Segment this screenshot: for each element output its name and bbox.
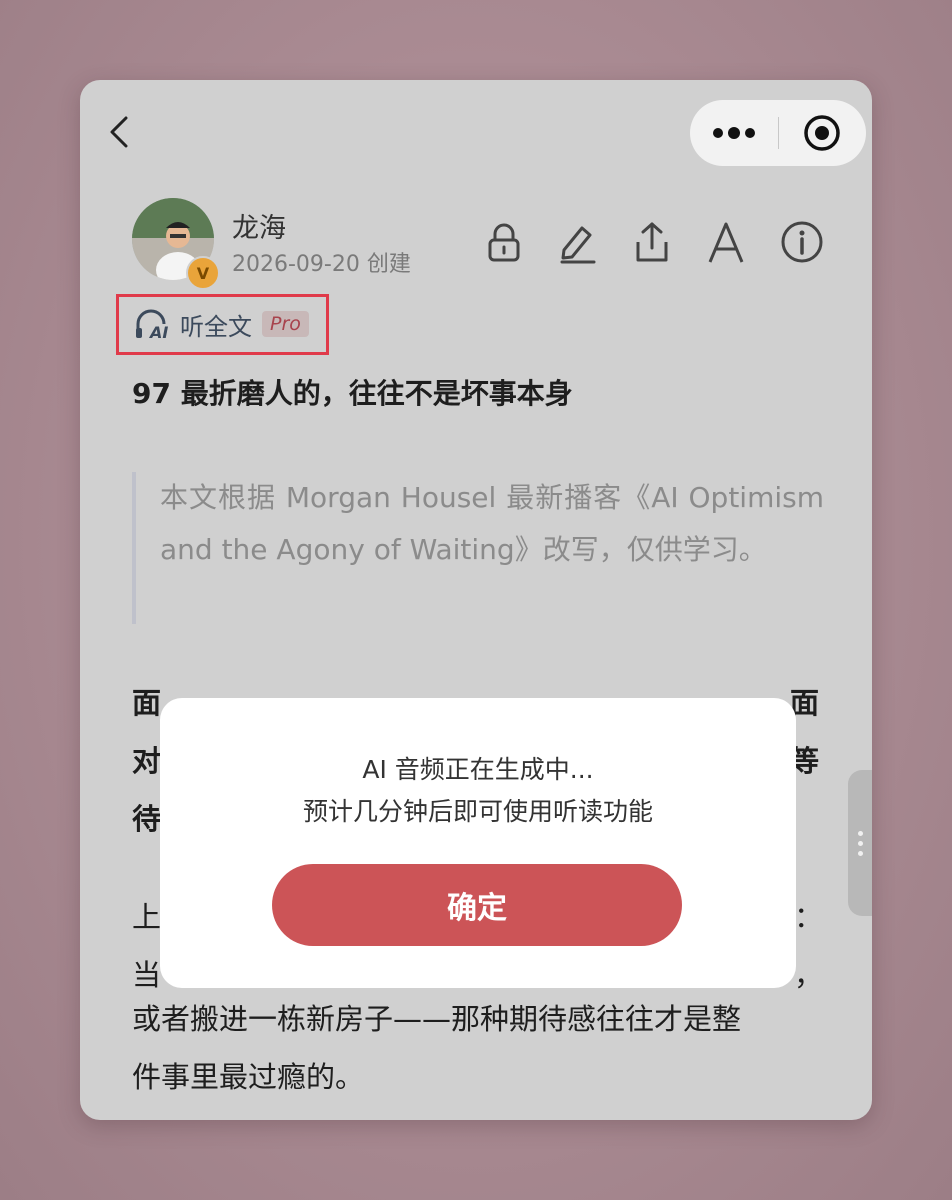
confirm-button[interactable]: 确定 bbox=[272, 864, 682, 946]
font-size-button[interactable] bbox=[704, 220, 748, 264]
share-icon bbox=[636, 222, 668, 262]
para2-line-4: 件事里最过瘾的。 bbox=[132, 1060, 365, 1094]
share-button[interactable] bbox=[630, 220, 674, 264]
chevron-left-icon bbox=[110, 116, 128, 148]
side-drawer-handle[interactable] bbox=[848, 770, 872, 916]
listen-label: 听全文 bbox=[180, 312, 252, 341]
pro-badge: Pro bbox=[262, 311, 309, 337]
more-dots-icon bbox=[713, 127, 755, 139]
edit-pen-icon bbox=[560, 226, 596, 264]
svg-text:AI: AI bbox=[148, 323, 168, 340]
listen-full-text-button[interactable]: AI 听全文 Pro bbox=[134, 306, 309, 342]
info-icon bbox=[781, 221, 823, 263]
para1-line-2-tail: 等 bbox=[790, 744, 820, 778]
author-name[interactable]: 龙海 bbox=[232, 206, 286, 245]
verified-badge: V bbox=[186, 256, 220, 290]
vertical-dots-icon bbox=[857, 830, 863, 856]
edit-button[interactable] bbox=[556, 220, 600, 264]
para2-line-3: 或者搬进一栋新房子——那种期待感往往才是整 bbox=[132, 1002, 742, 1036]
capsule-menu bbox=[690, 100, 866, 166]
dialog-message-line2: 预计几分钟后即可使用听读功能 bbox=[302, 797, 653, 826]
para1-line-1-tail: 面 bbox=[790, 686, 820, 720]
lock-button[interactable] bbox=[482, 220, 526, 264]
close-button[interactable] bbox=[779, 100, 865, 166]
info-button[interactable] bbox=[780, 220, 824, 264]
generating-dialog: AI 音频正在生成中... 预计几分钟后即可使用听读功能 确定 bbox=[160, 698, 796, 988]
created-date: 2026-09-20 创建 bbox=[232, 252, 411, 277]
article-title: 97 最折磨人的，往往不是坏事本身 bbox=[132, 377, 573, 410]
para2-line-1-tail: ： bbox=[794, 900, 824, 934]
ai-headphones-icon: AI bbox=[136, 309, 168, 340]
more-button[interactable] bbox=[690, 100, 778, 166]
target-close-icon bbox=[804, 115, 840, 151]
font-a-icon bbox=[708, 222, 744, 263]
back-button[interactable] bbox=[100, 110, 140, 154]
quote-bar bbox=[132, 472, 136, 624]
dialog-message-line1: AI 音频正在生成中... bbox=[362, 755, 594, 784]
lock-icon bbox=[488, 223, 520, 262]
miniprogram-window: V 龙海 2026-09-20 创建 AI 听全文 Pro 97 最折磨人的，往… bbox=[80, 80, 872, 1120]
quote-text: 本文根据 Morgan Housel 最新播客《AI Optimism and … bbox=[160, 481, 824, 566]
